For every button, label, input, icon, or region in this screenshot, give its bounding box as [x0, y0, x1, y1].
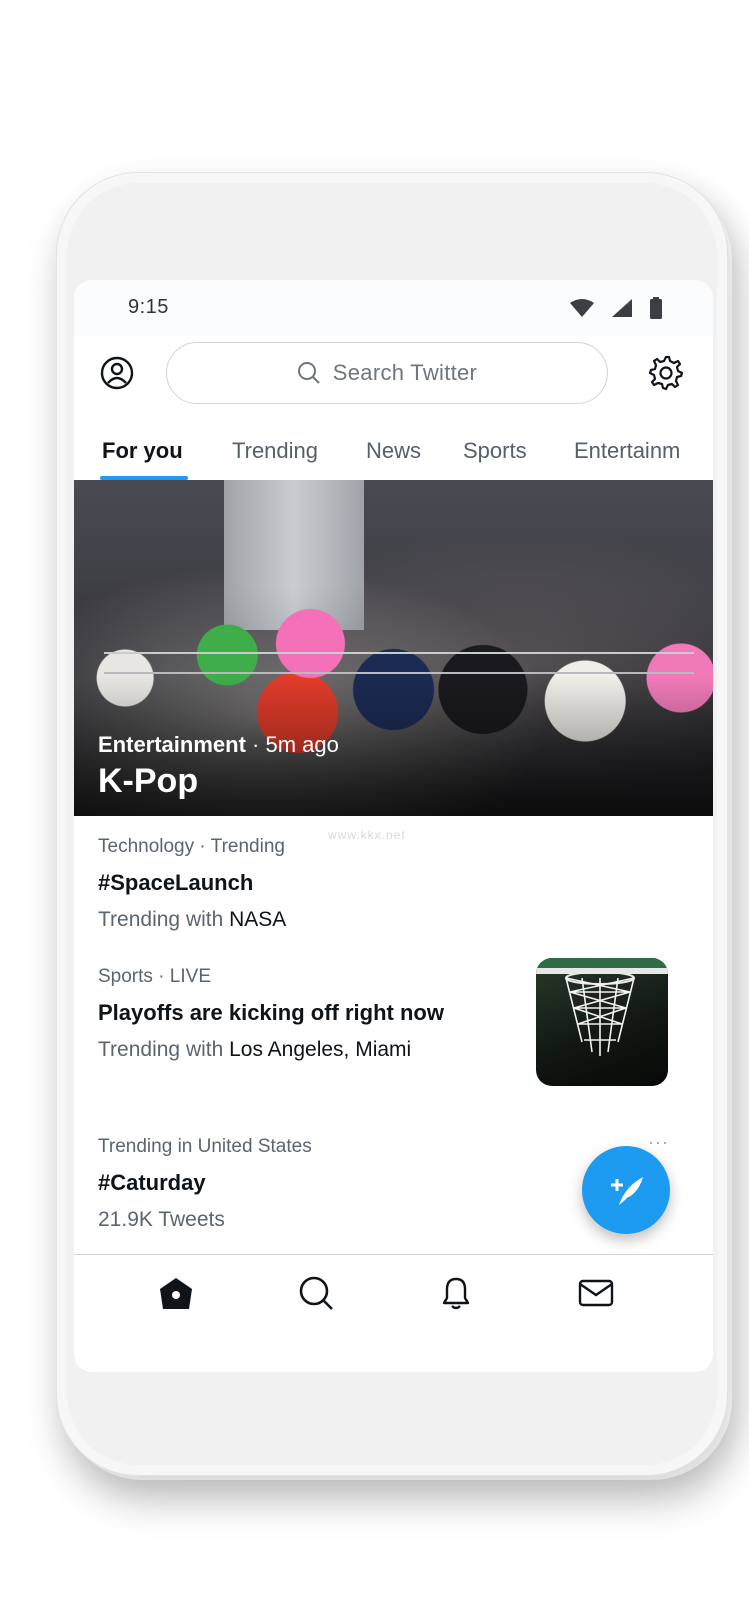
- hero-title: K-Pop: [98, 762, 199, 800]
- explore-icon[interactable]: [296, 1273, 336, 1313]
- search-icon: [297, 362, 320, 384]
- profile-icon[interactable]: [100, 356, 134, 390]
- hero-time: · 5m ago: [245, 732, 339, 757]
- hero-category: Entertainment: [98, 732, 246, 757]
- trend-item[interactable]: Technology · Trending #SpaceLaunch Trend…: [98, 836, 286, 932]
- more-options-icon[interactable]: ···: [648, 1132, 669, 1153]
- tab-sports[interactable]: Sports: [463, 438, 527, 464]
- trend-meta: Sports · LIVE: [98, 966, 211, 987]
- wifi-icon: [570, 299, 594, 317]
- settings-icon[interactable]: [647, 354, 685, 392]
- trend-item[interactable]: Trending in United States #Caturday 21.9…: [98, 1136, 312, 1232]
- messages-icon[interactable]: [576, 1273, 616, 1313]
- top-header: Search Twitter: [74, 336, 713, 424]
- trend-subtitle: 21.9K Tweets: [98, 1208, 225, 1231]
- search-input[interactable]: Search Twitter: [166, 342, 608, 404]
- tab-trending[interactable]: Trending: [232, 438, 318, 464]
- watermark: www.kkx.net: [328, 828, 406, 842]
- trend-meta: Trending in United States: [98, 1136, 312, 1157]
- battery-icon: [650, 297, 662, 319]
- tab-bar: For you Trending News Sports Entertainm: [74, 430, 713, 480]
- tab-news[interactable]: News: [366, 438, 421, 464]
- basketball-hoop-image: [536, 958, 668, 1056]
- tab-for-you[interactable]: For you: [102, 438, 183, 464]
- trend-subtitle: Trending with NASA: [98, 908, 287, 931]
- compose-tweet-button[interactable]: [582, 1146, 670, 1234]
- status-time: 9:15: [128, 296, 169, 318]
- trend-title: Playoffs are kicking off right now: [98, 1000, 444, 1025]
- home-icon[interactable]: [156, 1273, 196, 1313]
- trend-meta: Technology · Trending: [98, 836, 285, 857]
- trend-thumbnail[interactable]: [536, 958, 668, 1086]
- hero-image-rail: [104, 652, 694, 654]
- hero-card[interactable]: Entertainment · 5m ago K-Pop: [74, 480, 713, 816]
- tab-entertainment[interactable]: Entertainm: [574, 438, 680, 464]
- hero-meta: Entertainment · 5m ago: [98, 732, 339, 758]
- trend-subtitle: Trending with Los Angeles, Miami: [98, 1038, 412, 1061]
- status-bar: 9:15: [74, 280, 713, 336]
- signal-icon: [612, 299, 632, 317]
- trend-title: #Caturday: [98, 1170, 206, 1195]
- search-placeholder: Search Twitter: [332, 360, 478, 385]
- app-screen: 9:15 Search Twitter For you Trending New…: [74, 280, 713, 1372]
- status-icons: [569, 297, 663, 319]
- compose-icon: [611, 1177, 643, 1205]
- trend-item[interactable]: Sports · LIVE Playoffs are kicking off r…: [98, 966, 444, 1062]
- bottom-navigation: [74, 1254, 713, 1345]
- notifications-icon[interactable]: [436, 1273, 476, 1313]
- trend-title: #SpaceLaunch: [98, 870, 254, 895]
